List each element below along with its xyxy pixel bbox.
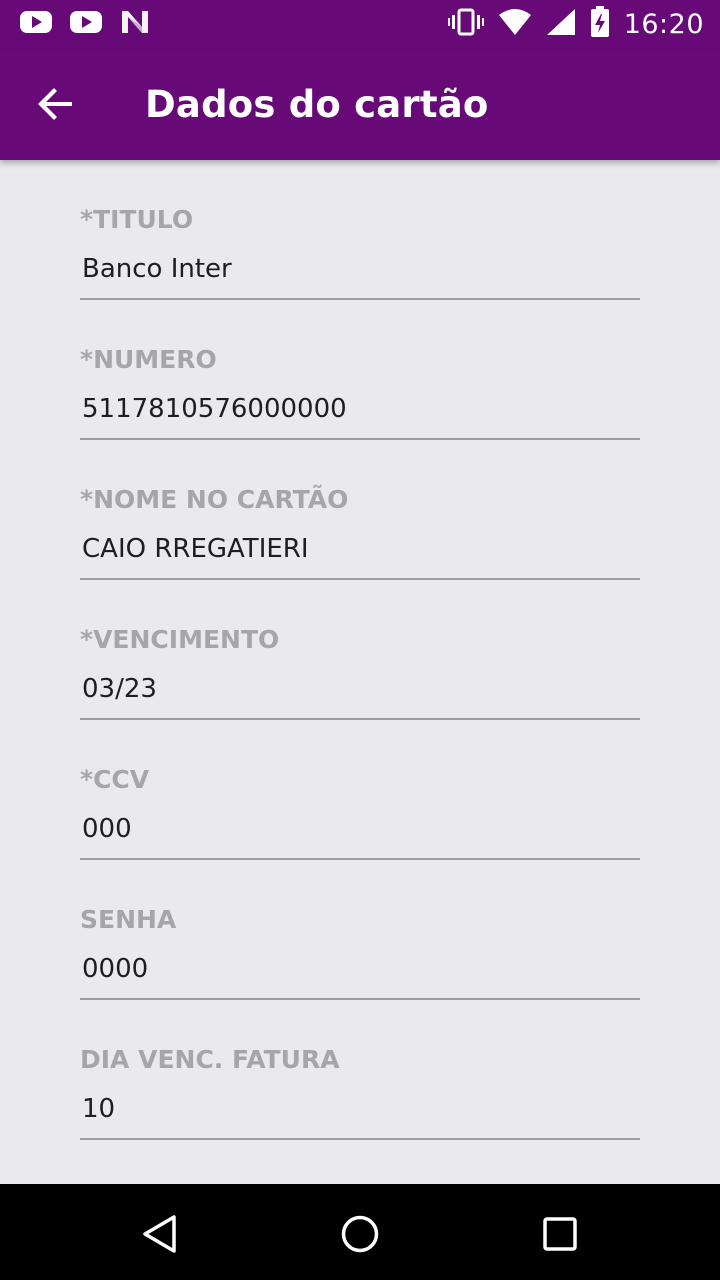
ccv-input[interactable] (80, 808, 640, 860)
titulo-input[interactable] (80, 248, 640, 300)
nome-no-cartao-input[interactable] (80, 528, 640, 580)
field-label-vencimento: *VENCIMENTO (80, 625, 280, 654)
system-nav-bar (0, 1184, 720, 1280)
nav-recents-button[interactable] (532, 1206, 588, 1262)
field-label-nome-no-cartao: *NOME NO CARTÃO (80, 485, 349, 514)
notification-icons (20, 9, 150, 40)
youtube-icon (20, 10, 52, 39)
field-dia-venc-fatura: DIA VENC. FATURA (80, 1000, 640, 1140)
wifi-icon (498, 8, 532, 41)
dia-venc-fatura-input[interactable] (80, 1088, 640, 1140)
field-numero: *NUMERO (80, 300, 640, 440)
status-time: 16:20 (623, 8, 704, 40)
field-titulo: *TITULO (80, 160, 640, 300)
signal-icon (546, 8, 576, 41)
back-triangle-icon (143, 1215, 176, 1253)
field-label-ccv: *CCV (80, 765, 150, 794)
field-label-dia-venc-fatura: DIA VENC. FATURA (80, 1045, 340, 1074)
nav-back-button[interactable] (132, 1206, 188, 1262)
recents-square-icon (543, 1217, 577, 1251)
home-circle-icon (341, 1215, 379, 1253)
arrow-back-icon (38, 88, 72, 120)
nav-home-button[interactable] (332, 1206, 388, 1262)
field-senha: SENHA (80, 860, 640, 1000)
status-bar: 16:20 (0, 0, 720, 50)
numero-input[interactable] (80, 388, 640, 440)
card-form: *TITULO *NUMERO *NOME NO CARTÃO *VENCIME… (0, 160, 720, 1184)
n-logo-icon (120, 9, 150, 40)
field-nome-no-cartao: *NOME NO CARTÃO (80, 440, 640, 580)
field-ccv: *CCV (80, 720, 640, 860)
youtube-icon (70, 10, 102, 39)
page-title: Dados do cartão (145, 83, 489, 126)
senha-input[interactable] (80, 948, 640, 1000)
vencimento-input[interactable] (80, 668, 640, 720)
field-label-titulo: *TITULO (80, 205, 194, 234)
back-button[interactable] (20, 68, 92, 140)
vibrate-icon (447, 8, 484, 41)
battery-charging-icon (590, 5, 610, 43)
field-label-senha: SENHA (80, 905, 177, 934)
system-icons: 16:20 (447, 5, 704, 43)
field-vencimento: *VENCIMENTO (80, 580, 640, 720)
field-label-numero: *NUMERO (80, 345, 217, 374)
app-bar: Dados do cartão (0, 50, 720, 160)
